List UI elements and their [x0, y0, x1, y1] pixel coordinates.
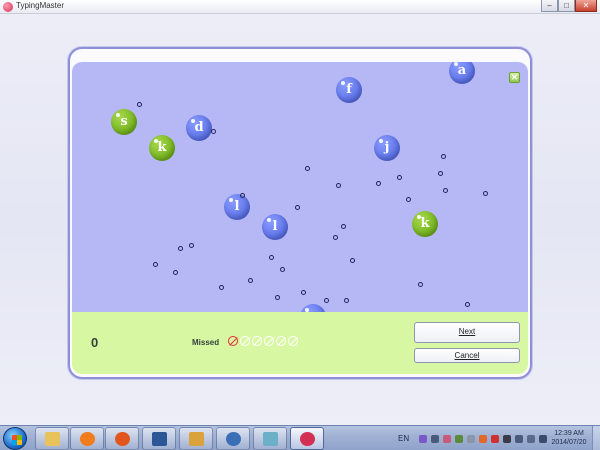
typingmaster-app-icon	[3, 2, 13, 12]
taskbar-window-button[interactable]	[253, 427, 287, 450]
taskbar-media-center-button[interactable]	[216, 427, 250, 450]
tray-device-icon[interactable]	[503, 434, 512, 443]
air-bubble	[240, 193, 245, 198]
taskbar: EN 12:39 AM 2014/07/20	[0, 425, 600, 450]
air-bubble	[441, 154, 446, 159]
sinking-bubble	[300, 304, 326, 312]
firefox-icon	[115, 432, 130, 446]
air-bubble	[376, 181, 381, 186]
missed-slot-empty	[240, 336, 250, 346]
taskbar-search-button[interactable]	[179, 427, 213, 450]
taskbar-media-player-button[interactable]	[70, 427, 104, 450]
air-bubble	[344, 298, 349, 303]
air-bubble	[173, 270, 178, 275]
letter-bubble: j	[374, 135, 400, 161]
taskbar-explorer-button[interactable]	[35, 427, 69, 450]
air-bubble	[269, 255, 274, 260]
missed-slot-empty	[264, 336, 274, 346]
tray-pen-icon[interactable]	[431, 434, 440, 443]
letter-bubble: f	[336, 77, 362, 103]
missed-slot-empty	[288, 336, 298, 346]
word-icon	[152, 432, 167, 446]
next-button-label: Next	[458, 327, 476, 336]
tray-battery-icon[interactable]	[527, 434, 536, 443]
air-bubble	[336, 183, 341, 188]
minimize-button[interactable]: –	[541, 0, 558, 12]
air-bubble	[275, 295, 280, 300]
air-bubble	[280, 267, 285, 272]
air-bubble	[219, 285, 224, 290]
windows-logo-icon	[12, 435, 22, 445]
air-bubble	[189, 243, 194, 248]
letter-bubble: k	[149, 135, 175, 161]
maximize-button[interactable]: □	[558, 0, 575, 12]
letter-bubble: l	[224, 194, 250, 220]
air-bubble	[397, 175, 402, 180]
window-title: TypingMaster	[16, 1, 65, 10]
air-bubble	[406, 197, 411, 202]
tray-alert-icon[interactable]	[491, 434, 500, 443]
tray-paint-icon[interactable]	[455, 434, 464, 443]
window-titlebar: TypingMaster – □ ✕	[0, 0, 600, 14]
air-bubble	[350, 258, 355, 263]
air-bubble	[178, 246, 183, 251]
missed-slot-empty	[276, 336, 286, 346]
air-bubble	[211, 129, 216, 134]
missed-slot-empty	[252, 336, 262, 346]
letter-bubble: k	[412, 211, 438, 237]
window-controls: – □ ✕	[541, 0, 597, 12]
tray-pin-icon[interactable]	[467, 434, 476, 443]
taskbar-firefox-button[interactable]	[105, 427, 139, 450]
show-desktop-button[interactable]	[592, 426, 600, 450]
air-bubble	[341, 224, 346, 229]
taskbar-typingmaster-button[interactable]	[290, 427, 324, 450]
clock-time: 12:39 AM	[554, 430, 584, 437]
score-value: 0	[91, 335, 99, 350]
air-bubble	[153, 262, 158, 267]
tray-app-icon[interactable]	[443, 434, 452, 443]
system-tray: EN	[398, 427, 548, 450]
media-center-icon	[226, 432, 241, 446]
taskbar-clock[interactable]: 12:39 AM 2014/07/20	[546, 429, 592, 447]
close-window-button[interactable]: ✕	[575, 0, 597, 12]
letter-bubble: a	[449, 62, 475, 84]
missed-indicator	[228, 336, 298, 346]
tray-arrow-icon[interactable]	[419, 434, 428, 443]
letter-bubble: d	[186, 115, 212, 141]
air-bubble	[305, 166, 310, 171]
missed-label: Missed	[192, 338, 220, 347]
letter-bubble: l	[262, 214, 288, 240]
next-button[interactable]: Next	[414, 322, 520, 343]
letter-bubble: s	[111, 109, 137, 135]
language-indicator[interactable]: EN	[398, 434, 409, 443]
tray-network-icon[interactable]	[515, 434, 524, 443]
missed-slot-used	[228, 336, 238, 346]
air-bubble	[443, 188, 448, 193]
play-icon	[80, 432, 95, 446]
air-bubble	[483, 191, 488, 196]
cancel-button[interactable]: Cancel	[414, 348, 520, 363]
window-icon	[263, 432, 278, 446]
air-bubble	[418, 282, 423, 287]
tray-update-icon[interactable]	[479, 434, 488, 443]
air-bubble	[324, 298, 329, 303]
cancel-button-label: Cancel	[454, 351, 480, 360]
air-bubble	[301, 290, 306, 295]
air-bubble	[137, 102, 142, 107]
taskbar-word-button[interactable]	[142, 427, 176, 450]
typingmaster-icon	[300, 432, 315, 446]
air-bubble	[333, 235, 338, 240]
clock-date: 2014/07/20	[551, 439, 587, 446]
game-playfield: a f s d k j l l k	[72, 62, 528, 312]
air-bubble	[465, 302, 470, 307]
air-bubble	[438, 171, 443, 176]
air-bubble	[295, 205, 300, 210]
magnifier-icon	[189, 432, 204, 446]
air-bubble	[248, 278, 253, 283]
game-close-button[interactable]: ✕	[509, 72, 520, 83]
folder-icon	[45, 432, 60, 446]
start-button[interactable]	[3, 427, 27, 450]
